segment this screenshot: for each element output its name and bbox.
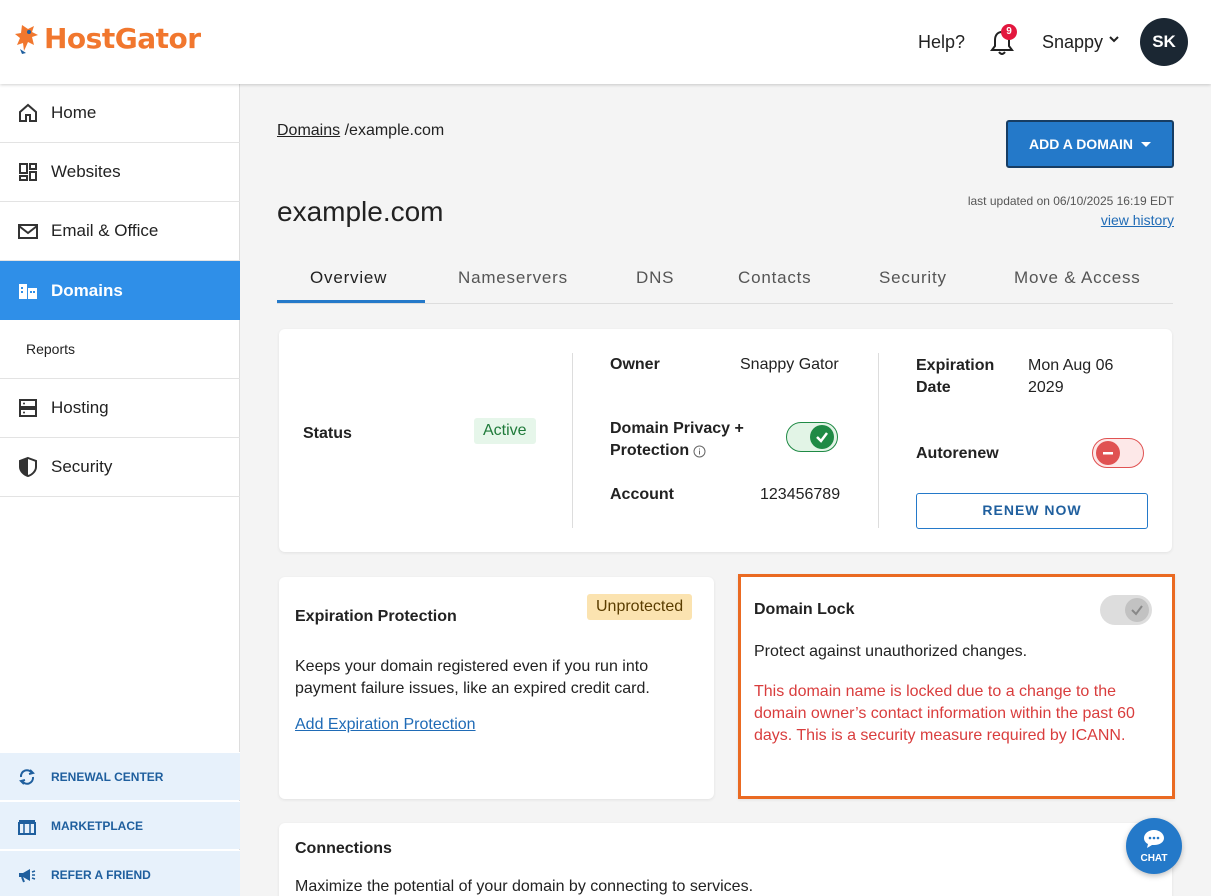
unprotected-badge: Unprotected <box>587 594 693 620</box>
privacy-label-line2-row: Protection <box>610 440 744 462</box>
owner-value: Snappy Gator <box>740 356 839 373</box>
notification-badge: 9 <box>1001 24 1017 40</box>
server-icon <box>17 397 39 419</box>
logo-text: HostGator <box>44 22 201 55</box>
chevron-down-icon[interactable] <box>1108 34 1120 44</box>
tab-overview[interactable]: Overview <box>310 268 387 288</box>
account-label: Account <box>610 486 674 503</box>
sidebar: Home Websites Email & Office Domains Rep… <box>0 84 240 896</box>
account-value: 123456789 <box>760 486 841 503</box>
active-tab-indicator <box>277 300 425 303</box>
connections-title: Connections <box>295 840 392 857</box>
expiration-label: Expiration Date <box>916 355 994 399</box>
chat-button[interactable]: CHAT <box>1126 818 1182 874</box>
add-expiration-protection-link[interactable]: Add Expiration Protection <box>295 716 476 734</box>
expiration-protection-title: Expiration Protection <box>295 608 457 625</box>
sidebar-item-label: Security <box>51 457 113 476</box>
breadcrumb: Domains /example.com <box>277 122 444 140</box>
privacy-label: Domain Privacy + Protection <box>610 418 744 462</box>
renew-icon <box>17 767 37 787</box>
marketplace-icon <box>17 816 37 836</box>
sidebar-item-label: Home <box>51 103 97 122</box>
page-title: example.com <box>277 196 444 227</box>
shield-icon <box>17 456 39 478</box>
sidebar-item-domains[interactable]: Domains <box>0 261 240 320</box>
websites-icon <box>17 161 39 183</box>
tab-dns[interactable]: DNS <box>636 268 674 288</box>
status-label: Status <box>303 425 352 442</box>
bottom-item-label: MARKETPLACE <box>51 818 143 833</box>
gator-mascot-icon <box>15 24 38 54</box>
renew-now-button[interactable]: RENEW NOW <box>916 493 1148 529</box>
divider <box>878 353 879 528</box>
mail-icon <box>17 220 39 242</box>
user-menu[interactable]: Snappy <box>1042 32 1103 53</box>
sidebar-item-hosting[interactable]: Hosting <box>0 379 240 438</box>
caret-down-icon <box>1140 141 1151 147</box>
privacy-label-line1: Domain Privacy + <box>610 420 744 437</box>
domain-tabs: Overview Nameservers DNS Contacts Securi… <box>277 258 1173 304</box>
domain-lock-description: Protect against unauthorized changes. <box>754 643 1028 660</box>
sidebar-item-websites[interactable]: Websites <box>0 143 240 202</box>
bottom-item-label: REFER A FRIEND <box>51 867 151 882</box>
sidebar-item-security[interactable]: Security <box>0 438 240 497</box>
privacy-toggle[interactable] <box>786 422 838 452</box>
sidebar-item-label: Hosting <box>51 398 109 417</box>
owner-label: Owner <box>610 356 660 373</box>
check-icon <box>1125 598 1149 622</box>
bottom-item-label: RENEWAL CENTER <box>51 769 164 784</box>
sidebar-marketplace[interactable]: MARKETPLACE <box>0 801 240 849</box>
chat-label: CHAT <box>1140 853 1168 864</box>
tab-security[interactable]: Security <box>879 268 947 288</box>
minus-icon <box>1096 441 1120 465</box>
add-domain-label: ADD A DOMAIN <box>1029 136 1133 152</box>
expiration-protection-description: Keeps your domain registered even if you… <box>295 658 650 697</box>
sidebar-refer-a-friend[interactable]: REFER A FRIEND <box>0 850 240 896</box>
expiration-value-line1: Mon Aug 06 <box>1028 357 1114 374</box>
top-header: HostGator Help? 9 Snappy SK <box>0 0 1211 84</box>
avatar[interactable]: SK <box>1140 18 1188 66</box>
info-icon[interactable] <box>693 445 706 458</box>
connections-description: Maximize the potential of your domain by… <box>295 878 754 895</box>
home-icon <box>17 102 39 124</box>
expiration-value: Mon Aug 06 2029 <box>1028 355 1113 399</box>
privacy-label-line2: Protection <box>610 442 690 459</box>
autorenew-label: Autorenew <box>916 445 999 462</box>
sidebar-item-label: Domains <box>51 280 123 300</box>
status-badge: Active <box>474 418 536 444</box>
check-icon <box>810 425 834 449</box>
sidebar-item-label: Email & Office <box>51 221 159 240</box>
sidebar-item-home[interactable]: Home <box>0 84 240 143</box>
sidebar-item-email-office[interactable]: Email & Office <box>0 202 240 261</box>
domain-lock-title: Domain Lock <box>754 601 855 618</box>
divider <box>572 353 573 528</box>
sidebar-item-label: Websites <box>51 162 121 181</box>
domain-lock-toggle[interactable] <box>1100 595 1152 625</box>
tab-contacts[interactable]: Contacts <box>738 268 812 288</box>
expiration-value-line2: 2029 <box>1028 379 1064 396</box>
megaphone-icon <box>17 865 37 885</box>
breadcrumb-current: example.com <box>349 122 445 139</box>
hostgator-logo[interactable]: HostGator <box>14 22 201 55</box>
tab-move-access[interactable]: Move & Access <box>1014 268 1141 288</box>
help-link[interactable]: Help? <box>918 32 965 53</box>
view-history-link[interactable]: view history <box>1101 212 1174 228</box>
last-updated-text: last updated on 06/10/2025 16:19 EDT <box>967 194 1174 208</box>
domains-icon <box>17 280 39 302</box>
chat-bubble-icon <box>1144 830 1164 848</box>
sidebar-item-reports[interactable]: Reports <box>0 320 240 379</box>
domain-lock-warning: This domain name is locked due to a chan… <box>754 683 1135 744</box>
autorenew-toggle[interactable] <box>1092 438 1144 468</box>
expiration-label-line1: Expiration <box>916 357 995 374</box>
breadcrumb-domains-link[interactable]: Domains <box>277 122 340 139</box>
tab-nameservers[interactable]: Nameservers <box>458 268 568 288</box>
add-domain-button[interactable]: ADD A DOMAIN <box>1006 120 1174 168</box>
expiration-label-line2: Date <box>916 379 951 396</box>
sidebar-renewal-center[interactable]: RENEWAL CENTER <box>0 752 240 800</box>
